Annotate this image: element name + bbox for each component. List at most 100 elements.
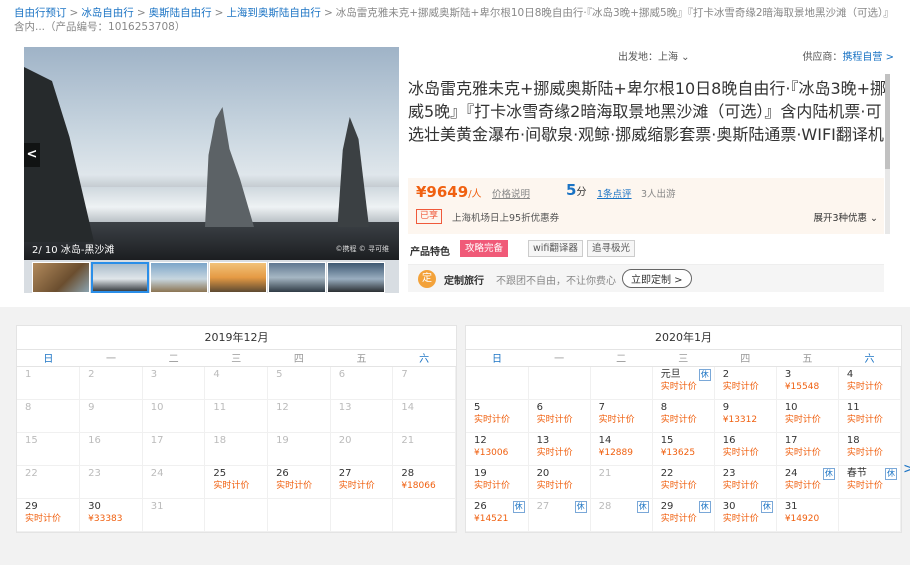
thumbnail[interactable]	[150, 262, 208, 293]
calendar-day[interactable]: 17 实时计价	[776, 432, 839, 466]
breadcrumb-link-1[interactable]: 自由行预订	[14, 7, 67, 19]
calendar-day[interactable]: 16 实时计价	[714, 432, 777, 466]
day-price: 实时计价	[213, 480, 250, 491]
calendar-day[interactable]: 27 实时计价	[330, 465, 394, 499]
calendar-day[interactable]: 3 ¥15548	[776, 366, 839, 400]
thumbnail[interactable]	[268, 262, 326, 293]
day-number: 22	[660, 467, 674, 479]
day-price: 实时计价	[846, 480, 883, 491]
prev-photo-button[interactable]: <	[24, 143, 40, 167]
calendar-day: 12	[267, 399, 331, 433]
calendar-day: 21	[590, 465, 653, 499]
weekday-header: 二	[590, 350, 653, 367]
calendar-day: 31	[142, 498, 206, 532]
calendar-day[interactable]: 4 实时计价	[838, 366, 902, 400]
custom-now-button[interactable]: 立即定制 >	[622, 269, 692, 288]
supplier-link[interactable]: 携程自营 >	[842, 52, 894, 63]
day-number: 31	[784, 500, 798, 512]
calendar-day: 22	[17, 465, 81, 499]
calendar-day[interactable]: 26 ¥14521 休	[466, 498, 529, 532]
day-number: 31	[150, 500, 164, 512]
calendar-day[interactable]: 18 实时计价	[838, 432, 902, 466]
thumbnail[interactable]	[209, 262, 267, 293]
departure-select[interactable]: 出发地：上海 ⌄	[618, 48, 690, 63]
weekday-header: 五	[330, 350, 393, 367]
calendar-day[interactable]: 28 ¥18066	[392, 465, 456, 499]
price-calendar: 2019年12月日一二三四五六 1 2 3 4 5 6 7 8 9 10 11 12 13 14 15 16 17…	[0, 307, 910, 565]
day-number: 16	[722, 434, 736, 446]
calendar-day[interactable]: 5 实时计价	[466, 399, 529, 433]
thumbnail[interactable]	[327, 262, 385, 293]
calendar-day[interactable]: 11 实时计价	[838, 399, 902, 433]
calendar-day: 21	[392, 432, 456, 466]
breadcrumb-link-2[interactable]: 冰岛自由行	[81, 7, 134, 19]
day-number: 29	[25, 500, 38, 512]
calendar-day: 2	[79, 366, 143, 400]
breadcrumb-link-3[interactable]: 奥斯陆自由行	[149, 7, 212, 19]
day-number: 5	[474, 401, 481, 413]
day-price: 实时计价	[536, 414, 573, 425]
calendar-day[interactable]: 6 实时计价	[528, 399, 591, 433]
weekday-header: 六	[392, 350, 456, 367]
score: 5分	[566, 181, 586, 199]
reviews-link[interactable]: 1条点评	[597, 186, 632, 200]
calendar-day	[838, 498, 902, 532]
calendar-day[interactable]: 元旦 实时计价休	[652, 366, 715, 400]
thumbnail-active[interactable]	[91, 262, 149, 293]
calendar-day[interactable]: 13 实时计价	[528, 432, 591, 466]
calendar-day[interactable]: 12 ¥13006	[466, 432, 529, 466]
title-scrollbar[interactable]	[885, 74, 890, 234]
calendar-day: 7	[392, 366, 456, 400]
calendar-day	[392, 498, 456, 532]
product-title: 冰岛雷克雅未克+挪威奥斯陆+卑尔根10日8晚自由行·『冰岛3晚+挪威5晚』『打卡…	[408, 79, 887, 144]
day-price: 实时计价	[722, 480, 759, 491]
day-number: 8	[660, 401, 668, 413]
day-number: 5	[276, 368, 283, 380]
feature-tag[interactable]: wifi翻译器	[528, 240, 583, 257]
calendar-day[interactable]: 22 实时计价	[652, 465, 715, 499]
calendar-day[interactable]: 30 实时计价休	[714, 498, 777, 532]
day-number: 18	[846, 434, 860, 446]
calendar-day[interactable]: 7 实时计价	[590, 399, 653, 433]
calendar-day[interactable]: 26 实时计价	[267, 465, 331, 499]
day-number: 6	[536, 401, 543, 413]
calendar-day[interactable]: 24 实时计价休	[776, 465, 839, 499]
calendar-day[interactable]: 2 实时计价	[714, 366, 777, 400]
day-price: 实时计价	[722, 381, 759, 392]
calendar-day[interactable]: 19 实时计价	[466, 465, 529, 499]
calendar-day[interactable]: 30 ¥33383	[79, 498, 143, 532]
main-photo[interactable]: < 2/ 10 冰岛-黑沙滩 ©携程 © 寻可维	[24, 47, 399, 260]
breadcrumb-link-4[interactable]: 上海到奥斯陆自由行	[226, 7, 321, 19]
day-price: ¥33383	[88, 513, 123, 524]
price-note-link[interactable]: 价格说明	[492, 186, 530, 200]
photo-rock-stack	[337, 117, 369, 227]
feature-tag[interactable]: 追寻极光	[587, 240, 636, 257]
thumbnail[interactable]	[32, 262, 90, 293]
day-price: 实时计价	[784, 447, 821, 458]
calendar-day[interactable]: 9 ¥13312	[714, 399, 777, 433]
feature-tag-hot[interactable]: 攻略完备	[460, 240, 509, 257]
month-title: 2020年1月	[466, 326, 901, 350]
calendar-day[interactable]: 31 ¥14920	[776, 498, 839, 532]
calendar-day[interactable]: 春节 实时计价休	[838, 465, 902, 499]
features-label: 产品特色	[410, 247, 450, 258]
calendar-day[interactable]: 20 实时计价	[528, 465, 591, 499]
calendar-day[interactable]: 29 实时计价休	[652, 498, 715, 532]
weekday-header: 四	[267, 350, 331, 367]
next-month-arrow[interactable]: >	[903, 461, 910, 477]
day-price: 实时计价	[660, 414, 697, 425]
expand-discounts-button[interactable]: 展开3种优惠 ⌄	[813, 210, 878, 224]
price-box: ¥9649/人 价格说明 5分 1条点评 3人出游 已享 上海机场日上95折优惠…	[408, 178, 884, 234]
calendar-day[interactable]: 25 实时计价	[204, 465, 269, 499]
scrollbar-thumb[interactable]	[885, 74, 890, 169]
calendar-day[interactable]: 23 实时计价	[714, 465, 777, 499]
calendar-day[interactable]: 10 实时计价	[776, 399, 839, 433]
calendar-day[interactable]: 15 ¥13625	[652, 432, 715, 466]
calendar-day[interactable]: 29 实时计价	[17, 498, 81, 532]
calendar-day: 20	[330, 432, 394, 466]
day-number: 22	[25, 467, 38, 479]
calendar-day[interactable]: 14 ¥12889	[590, 432, 653, 466]
day-number: 3	[150, 368, 158, 380]
day-number: 10	[150, 401, 164, 413]
calendar-day[interactable]: 8 实时计价	[652, 399, 715, 433]
